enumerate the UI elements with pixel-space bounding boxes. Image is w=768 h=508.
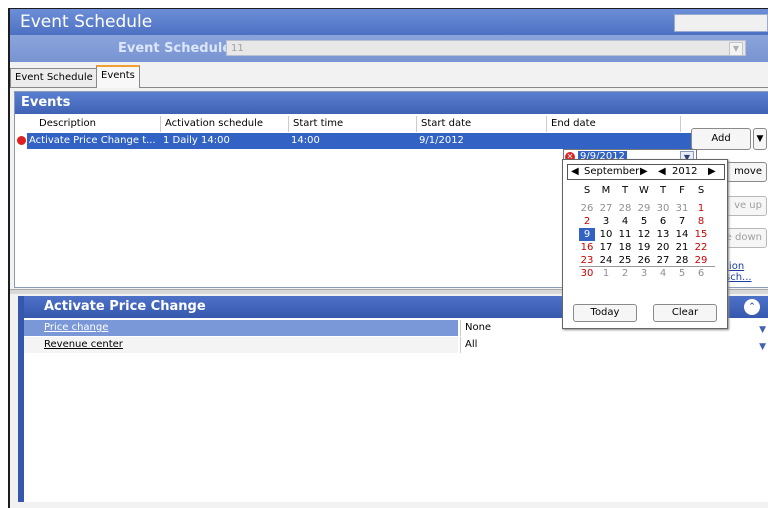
calendar-day[interactable]: 6 [693, 267, 709, 280]
today-button[interactable]: Today [573, 304, 637, 322]
schedule-selector-combo[interactable]: 11 ▼ [226, 40, 746, 56]
error-icon [17, 136, 26, 145]
calendar-day[interactable]: 1 [693, 202, 709, 215]
column-header-start-date[interactable]: Start date [417, 116, 547, 132]
weekday-label: S [583, 185, 591, 196]
calendar-divider [579, 266, 715, 267]
calendar-day[interactable]: 4 [655, 267, 671, 280]
calendar-day[interactable]: 8 [693, 215, 709, 228]
calendar-day[interactable]: 6 [655, 215, 671, 228]
tab-events[interactable]: Events [96, 65, 140, 88]
calendar-day[interactable]: 3 [636, 267, 652, 280]
table-row[interactable]: Activate Price Change t... 1 Daily 14:00… [27, 133, 739, 149]
calendar-day[interactable]: 2 [579, 215, 595, 228]
tab-strip: Event Schedule Events [10, 65, 768, 88]
calendar-day[interactable]: 13 [655, 228, 671, 241]
weekday-label: M [601, 185, 611, 196]
property-value-revenue-center[interactable]: All ▼ [460, 337, 768, 353]
prev-month-icon[interactable]: ◀ [571, 165, 579, 179]
activation-schedule-link[interactable]: tion sch... [725, 261, 768, 283]
column-header-start-time[interactable]: Start time [289, 116, 417, 132]
collapse-icon[interactable]: ⌃ [744, 299, 760, 315]
calendar-day[interactable]: 3 [598, 215, 614, 228]
calendar-day[interactable]: 26 [579, 202, 595, 215]
calendar-month[interactable]: September [584, 165, 639, 179]
property-name-revenue-center: Revenue center [24, 337, 458, 353]
chevron-down-icon[interactable]: ▼ [729, 42, 743, 56]
window-title: Event Schedule [10, 9, 768, 35]
calendar-day[interactable]: 30 [655, 202, 671, 215]
property-value-text: All [465, 339, 478, 350]
next-year-icon[interactable]: ▶ [708, 165, 716, 179]
prev-year-icon[interactable]: ◀ [658, 165, 666, 179]
weekday-label: S [697, 185, 705, 196]
calendar-day[interactable]: 18 [617, 241, 633, 254]
calendar-day[interactable]: 5 [636, 215, 652, 228]
chevron-down-icon[interactable]: ▼ [759, 339, 766, 355]
calendar-day[interactable]: 30 [579, 267, 595, 280]
calendar-day[interactable]: 7 [674, 215, 690, 228]
schedule-selector-bar: Event Schedule: 11 ▼ [10, 35, 768, 62]
tab-event-schedule[interactable]: Event Schedule [10, 68, 98, 87]
calendar-day[interactable]: 16 [579, 241, 595, 254]
next-month-icon[interactable]: ▶ [640, 165, 648, 179]
title-search-box[interactable] [674, 14, 768, 32]
property-name-price-change: Price change [24, 320, 458, 336]
calendar-day[interactable]: 4 [617, 215, 633, 228]
calendar-day[interactable]: 22 [693, 241, 709, 254]
column-header-activation-schedule[interactable]: Activation schedule [161, 116, 289, 132]
cell-description: Activate Price Change t... [29, 135, 156, 146]
add-button[interactable]: Add [691, 128, 751, 150]
cell-start-time: 14:00 [291, 135, 320, 146]
calendar-day[interactable]: 10 [598, 228, 614, 241]
cell-start-date: 9/1/2012 [419, 135, 464, 146]
calendar-day[interactable]: 19 [636, 241, 652, 254]
cell-activation-schedule: 1 Daily 14:00 [163, 135, 230, 146]
calendar-day[interactable]: 1 [598, 267, 614, 280]
calendar-day[interactable]: 27 [598, 202, 614, 215]
calendar-day[interactable]: 12 [636, 228, 652, 241]
calendar-day[interactable]: 28 [617, 202, 633, 215]
property-row[interactable]: Revenue center All ▼ [24, 337, 768, 353]
calendar-day[interactable]: 29 [636, 202, 652, 215]
column-header-description[interactable]: Description [27, 116, 161, 132]
calendar-day[interactable]: 31 [674, 202, 690, 215]
weekday-label: T [621, 185, 629, 196]
schedule-selector-label: Event Schedule: [118, 41, 237, 56]
calendar-day[interactable]: 21 [674, 241, 690, 254]
property-value-text: None [465, 322, 492, 333]
event-schedule-window: Event Schedule Event Schedule: 11 ▼ Even… [8, 8, 768, 508]
column-header-end-date[interactable]: End date [547, 116, 681, 132]
date-picker-popup: ◀ September ▶ ◀ 2012 ▶ S M T W T F S 26 27 28 29 30… [562, 159, 728, 329]
calendar-day[interactable]: 15 [693, 228, 709, 241]
calendar-header: ◀ September ▶ ◀ 2012 ▶ [567, 164, 725, 180]
events-panel-title: Events [15, 92, 768, 114]
schedule-selector-value: 11 [231, 43, 244, 54]
chevron-down-icon[interactable]: ▼ [759, 322, 766, 338]
weekday-label: T [659, 185, 667, 196]
calendar-day[interactable]: 17 [598, 241, 614, 254]
calendar-day[interactable]: 2 [617, 267, 633, 280]
calendar-day[interactable]: 9 [579, 228, 595, 241]
calendar-day[interactable]: 14 [674, 228, 690, 241]
weekday-label: W [639, 185, 649, 196]
calendar-day[interactable]: 20 [655, 241, 671, 254]
clear-button[interactable]: Clear [653, 304, 717, 322]
calendar-day[interactable]: 5 [674, 267, 690, 280]
weekday-label: F [679, 185, 685, 196]
calendar-year[interactable]: 2012 [672, 165, 697, 179]
add-dropdown-icon[interactable]: ▼ [753, 128, 767, 150]
calendar-day[interactable]: 11 [617, 228, 633, 241]
